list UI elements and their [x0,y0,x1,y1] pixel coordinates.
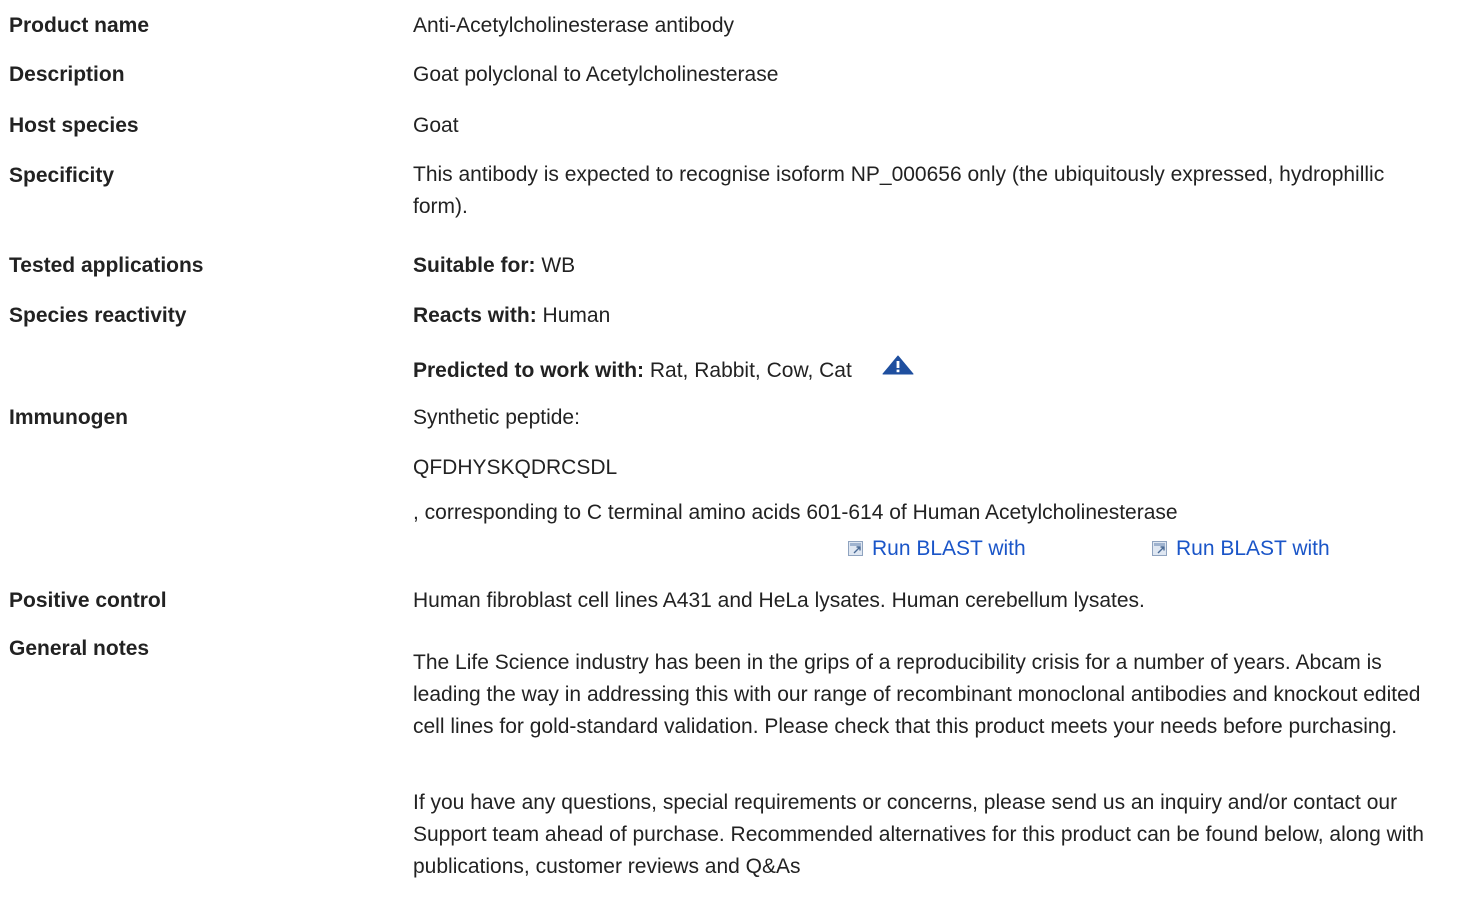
reacts-with-value: Human [542,304,611,327]
general-notes-paragraph-2: If you have any questions, special requi… [413,791,1424,878]
external-link-icon [848,538,863,556]
general-notes-label: General notes [9,637,150,660]
description-label: Description [9,63,125,86]
reacts-with-line: Reacts with: Human [413,304,610,328]
reacts-with-prefix: Reacts with: [413,304,537,327]
external-link-icon [1152,538,1167,556]
run-blast-link-2[interactable]: Run BLAST with [1152,537,1330,561]
run-blast-label-2: Run BLAST with [1176,537,1330,560]
run-blast-link-1[interactable]: Run BLAST with [848,537,1026,561]
description-value: Goat polyclonal to Acetylcholinesterase [413,63,779,86]
warning-triangle-icon[interactable] [882,355,914,381]
general-notes-paragraph-1: The Life Science industry has been in th… [413,651,1421,738]
tested-applications-label: Tested applications [9,254,204,277]
predicted-to-work-line: Predicted to work with: Rat, Rabbit, Cow… [413,355,914,383]
immunogen-label: Immunogen [9,406,128,429]
specificity-value: This antibody is expected to recognise i… [413,163,1385,218]
product-name-value: Anti-Acetylcholinesterase antibody [413,14,735,37]
species-reactivity-label: Species reactivity [9,304,187,327]
positive-control-value: Human fibroblast cell lines A431 and HeL… [413,589,1145,612]
run-blast-label-1: Run BLAST with [872,537,1026,560]
predicted-prefix: Predicted to work with: [413,359,645,382]
immunogen-line1: Synthetic peptide: [413,406,580,429]
predicted-value: Rat, Rabbit, Cow, Cat [649,359,852,382]
suitable-for-prefix: Suitable for: [413,254,536,277]
positive-control-label: Positive control [9,589,167,612]
tested-applications-value: Suitable for: WB [413,254,575,278]
suitable-for-value: WB [541,254,576,277]
immunogen-corresponding: , corresponding to C terminal amino acid… [413,501,1178,524]
host-species-label: Host species [9,114,139,137]
immunogen-sequence: QFDHYSKQDRCSDL [413,456,618,479]
specificity-label: Specificity [9,164,115,187]
host-species-value: Goat [413,114,459,137]
product-name-label: Product name [9,14,150,37]
